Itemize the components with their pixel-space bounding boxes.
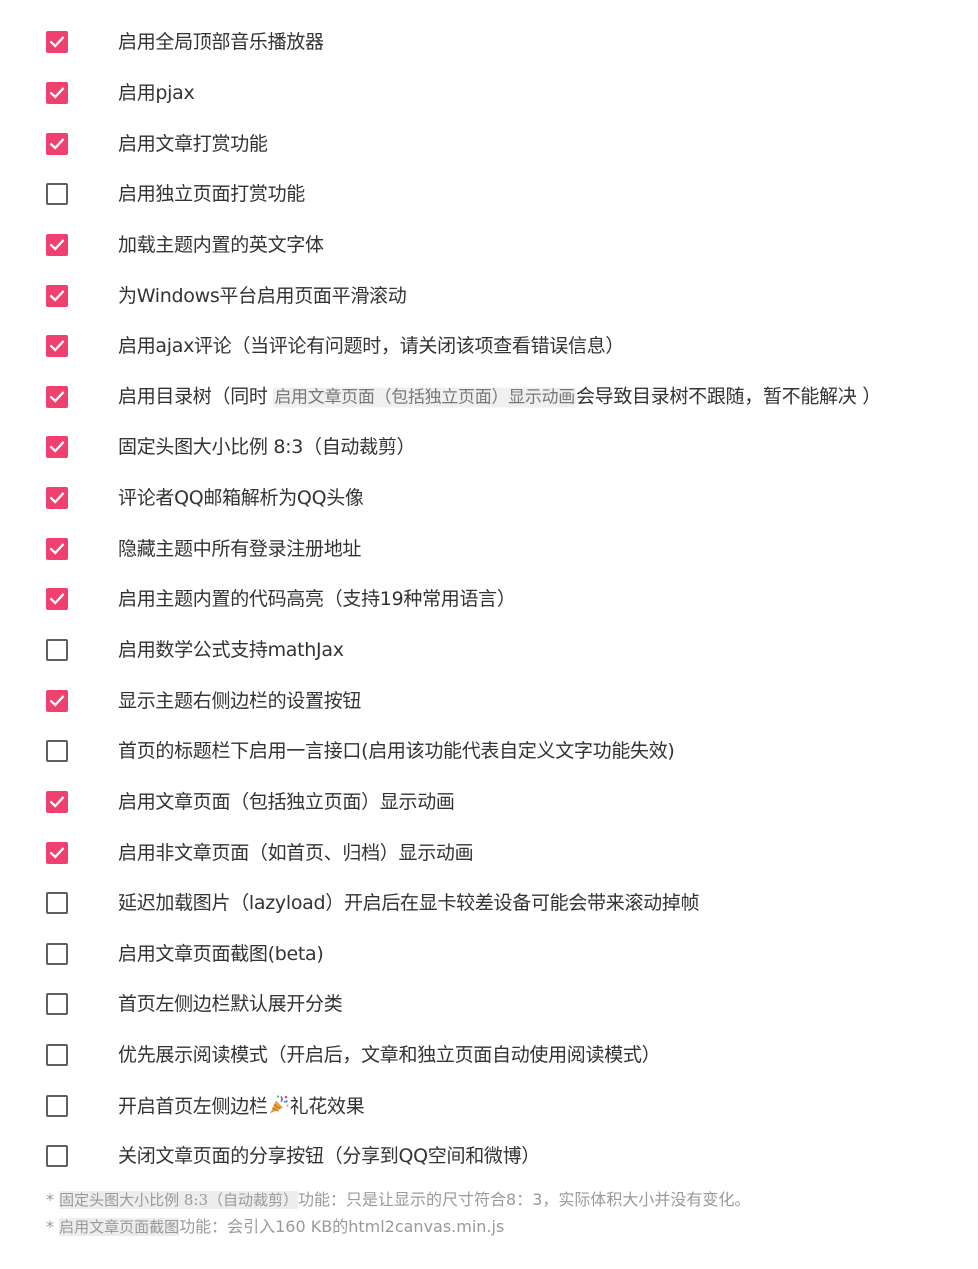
option-row: 启用非文章页面（如首页、归档）显示动画 xyxy=(0,827,978,878)
option-label: 启用主题内置的代码高亮（支持19种常用语言） xyxy=(118,588,516,611)
option-label: 首页的标题栏下启用一言接口(启用该功能代表自定义文字功能失效) xyxy=(118,740,675,763)
option-label-prefix: 启用目录树（同时 xyxy=(118,385,274,408)
option-row: 显示主题右侧边栏的设置按钮 xyxy=(0,675,978,726)
option-label: 为Windows平台启用页面平滑滚动 xyxy=(118,284,407,307)
checkbox-disable-share[interactable] xyxy=(46,1145,68,1168)
option-row: 启用文章打赏功能 xyxy=(0,118,978,169)
option-label: 启用文章页面（包括独立页面）显示动画 xyxy=(118,790,455,813)
option-row: 评论者QQ邮箱解析为QQ头像 xyxy=(0,473,978,524)
option-label: 开启首页左侧边栏 礼花效果 xyxy=(118,1093,365,1118)
party-popper-icon xyxy=(269,1095,289,1114)
checkbox-post-reward[interactable] xyxy=(46,132,68,155)
footnote-code: 固定头图大小比例 8:3（自动裁剪） xyxy=(59,1191,299,1209)
option-row: 加载主题内置的英文字体 xyxy=(0,220,978,271)
option-label: 关闭文章页面的分享按钮（分享到QQ空间和微博） xyxy=(118,1145,541,1168)
checkbox-hitokoto[interactable] xyxy=(46,740,68,763)
checkbox-global-music-player[interactable] xyxy=(46,31,68,54)
checkbox-qq-avatar[interactable] xyxy=(46,487,68,510)
checkbox-right-sidebar-settings[interactable] xyxy=(46,689,68,712)
option-row: 开启首页左侧边栏 礼花效果 xyxy=(0,1080,978,1131)
inline-code-reference: 启用文章页面（包括独立页面）显示动画 xyxy=(273,387,576,408)
checkbox-toc-tree[interactable] xyxy=(46,385,68,408)
option-label: 启用全局顶部音乐播放器 xyxy=(118,31,324,54)
option-label: 启用数学公式支持mathJax xyxy=(118,639,344,661)
option-row: 启用文章页面（包括独立页面）显示动画 xyxy=(0,777,978,828)
footnotes: * 固定头图大小比例 8:3（自动裁剪）功能：只是让显示的尺寸符合8：3，实际体… xyxy=(46,1187,750,1240)
footnote-text: 功能：会引入160 KB的html2canvas.min.js xyxy=(179,1216,505,1236)
option-label: 加载主题内置的英文字体 xyxy=(118,233,324,256)
option-row: 优先展示阅读模式（开启后，文章和独立页面自动使用阅读模式） xyxy=(0,1030,978,1081)
option-row: 启用文章页面截图(beta) xyxy=(0,929,978,980)
checkbox-reading-mode[interactable] xyxy=(46,1044,68,1067)
footnote-marker: * xyxy=(46,1216,60,1236)
option-row: 启用目录树（同时 启用文章页面（包括独立页面）显示动画会导致目录树不跟随，暂不能… xyxy=(0,371,978,422)
checkbox-code-highlight[interactable] xyxy=(46,588,68,611)
checkbox-english-font[interactable] xyxy=(46,233,68,256)
checkbox-fixed-header-ratio[interactable] xyxy=(46,436,68,459)
option-label-suffix: 礼花效果 xyxy=(289,1095,365,1118)
option-row: 启用主题内置的代码高亮（支持19种常用语言） xyxy=(0,574,978,625)
footnote-marker: * xyxy=(46,1190,60,1209)
checkbox-page-reward[interactable] xyxy=(46,183,68,206)
checkbox-nonpost-animation[interactable] xyxy=(46,841,68,864)
checkbox-post-animation[interactable] xyxy=(46,790,68,813)
option-row: 启用全局顶部音乐播放器 xyxy=(0,17,978,68)
option-row: 启用独立页面打赏功能 xyxy=(0,169,978,220)
option-row: 延迟加载图片（lazyload）开启后在显卡较差设备可能会带来滚动掉帧 xyxy=(0,878,978,929)
option-row: 为Windows平台启用页面平滑滚动 xyxy=(0,270,978,321)
option-row: 固定头图大小比例 8:3（自动裁剪） xyxy=(0,422,978,473)
option-label: 启用目录树（同时 启用文章页面（包括独立页面）显示动画会导致目录树不跟随，暂不能… xyxy=(118,384,881,409)
option-label: 启用文章页面截图(beta) xyxy=(118,942,324,965)
option-row: 隐藏主题中所有登录注册地址 xyxy=(0,523,978,574)
settings-checkbox-list: 启用全局顶部音乐播放器 启用pjax 启用文章打赏功能 启用独立页面打赏功能 加… xyxy=(0,17,978,1182)
option-row: 首页的标题栏下启用一言接口(启用该功能代表自定义文字功能失效) xyxy=(0,726,978,777)
option-label-prefix: 开启首页左侧边栏 xyxy=(118,1095,268,1118)
option-label-suffix: 会导致目录树不跟随，暂不能解决 ） xyxy=(575,385,881,408)
checkbox-lazyload[interactable] xyxy=(46,892,68,915)
option-label: 延迟加载图片（lazyload）开启后在显卡较差设备可能会带来滚动掉帧 xyxy=(118,892,700,915)
checkbox-hide-login[interactable] xyxy=(46,537,68,560)
option-label: 启用文章打赏功能 xyxy=(118,132,268,155)
checkbox-expand-categories[interactable] xyxy=(46,993,68,1016)
option-label: 启用独立页面打赏功能 xyxy=(118,183,306,206)
checkbox-post-screenshot[interactable] xyxy=(46,942,68,965)
checkbox-pjax[interactable] xyxy=(46,81,68,104)
option-row: 启用数学公式支持mathJax xyxy=(0,625,978,676)
option-row: 首页左侧边栏默认展开分类 xyxy=(0,979,978,1030)
checkbox-smooth-scroll[interactable] xyxy=(46,284,68,307)
option-label: 启用pjax xyxy=(118,81,195,104)
option-label: 固定头图大小比例 8:3（自动裁剪） xyxy=(118,436,416,459)
option-label: 启用ajax评论（当评论有问题时，请关闭该项查看错误信息） xyxy=(118,335,625,358)
option-row: 启用pjax xyxy=(0,68,978,119)
checkbox-mathjax[interactable] xyxy=(46,639,68,661)
footnote-code: 启用文章页面截图 xyxy=(59,1217,180,1236)
option-row: 启用ajax评论（当评论有问题时，请关闭该项查看错误信息） xyxy=(0,321,978,372)
footnote-text: 功能：只是让显示的尺寸符合8：3，实际体积大小并没有变化。 xyxy=(298,1190,751,1209)
option-label: 评论者QQ邮箱解析为QQ头像 xyxy=(118,487,364,510)
option-label: 启用非文章页面（如首页、归档）显示动画 xyxy=(118,841,474,864)
option-label: 隐藏主题中所有登录注册地址 xyxy=(118,537,362,560)
footnote-screenshot: * 启用文章页面截图功能：会引入160 KB的html2canvas.min.j… xyxy=(46,1214,750,1241)
checkbox-confetti-effect[interactable] xyxy=(46,1094,68,1117)
option-label: 首页左侧边栏默认展开分类 xyxy=(118,993,343,1016)
option-label: 优先展示阅读模式（开启后，文章和独立页面自动使用阅读模式） xyxy=(118,1044,661,1067)
checkbox-ajax-comment[interactable] xyxy=(46,335,68,358)
footnote-header-ratio: * 固定头图大小比例 8:3（自动裁剪）功能：只是让显示的尺寸符合8：3，实际体… xyxy=(46,1187,750,1214)
option-row: 关闭文章页面的分享按钮（分享到QQ空间和微博） xyxy=(0,1131,978,1182)
option-label: 显示主题右侧边栏的设置按钮 xyxy=(118,689,362,712)
